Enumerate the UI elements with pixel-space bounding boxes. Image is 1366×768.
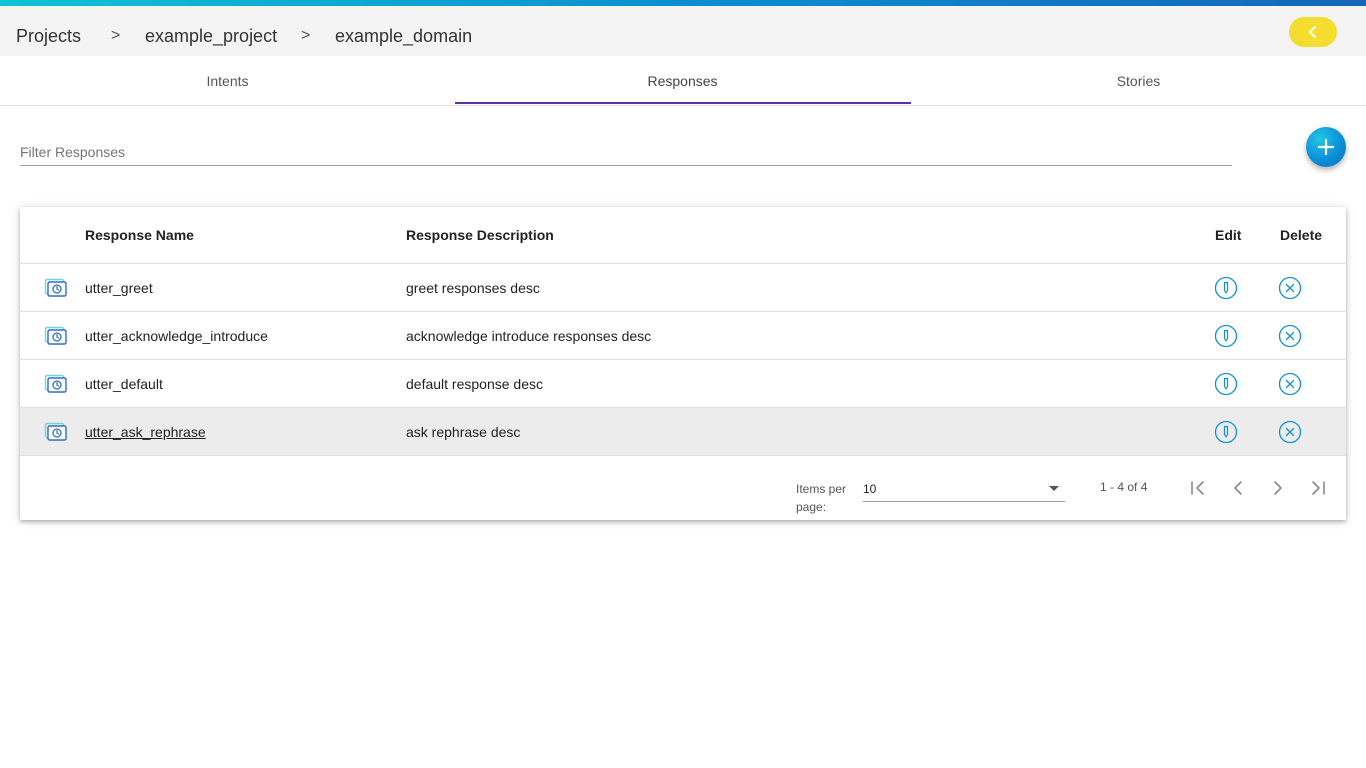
response-name[interactable]: utter_acknowledge_introduce — [85, 328, 268, 344]
table-row[interactable]: utter_default default response desc — [20, 360, 1346, 408]
edit-button[interactable] — [1214, 372, 1238, 396]
table-header: Response Name Response Description Edit … — [20, 207, 1346, 264]
filter-field — [20, 140, 1232, 166]
delete-icon — [1278, 324, 1302, 348]
response-description: ask rephrase desc — [406, 424, 521, 440]
response-icon — [44, 326, 68, 351]
delete-button[interactable] — [1278, 420, 1302, 444]
tab-label: Stories — [1116, 72, 1161, 89]
back-button[interactable] — [1289, 17, 1337, 47]
breadcrumb-projects[interactable]: Projects — [16, 26, 81, 46]
header-delete: Delete — [1280, 227, 1323, 243]
responses-table: Response Name Response Description Edit … — [20, 207, 1346, 520]
response-icon — [44, 374, 68, 399]
items-per-page-value: 10 — [863, 482, 877, 496]
breadcrumb-separator: > — [111, 27, 121, 44]
response-description: greet responses desc — [406, 280, 540, 296]
chevron-right-icon — [1274, 481, 1282, 495]
edit-button[interactable] — [1214, 276, 1238, 300]
chevron-left-icon — [1309, 26, 1316, 38]
delete-button[interactable] — [1278, 372, 1302, 396]
paginator: Items per page: 10 1 - 4 of 4 — [20, 456, 1346, 520]
plus-icon — [1317, 138, 1335, 156]
edit-icon — [1214, 324, 1238, 348]
response-icon — [44, 422, 68, 447]
header-response-description[interactable]: Response Description — [406, 227, 554, 243]
response-name[interactable]: utter_default — [85, 376, 163, 392]
items-per-page-select[interactable]: 10 — [863, 480, 1065, 502]
response-description: acknowledge introduce responses desc — [406, 328, 652, 344]
next-page-button[interactable] — [1266, 476, 1290, 500]
filter-responses-input[interactable] — [20, 140, 1232, 164]
last-page-button[interactable] — [1306, 476, 1330, 500]
tab-stories[interactable]: Stories — [911, 56, 1366, 105]
tab-label: Intents — [206, 72, 249, 89]
response-icon — [44, 278, 68, 303]
active-tab-indicator — [455, 102, 911, 104]
delete-icon — [1278, 276, 1302, 300]
previous-page-button[interactable] — [1226, 476, 1250, 500]
add-response-button[interactable] — [1306, 127, 1346, 167]
header-response-name[interactable]: Response Name — [85, 227, 194, 243]
items-per-page-label: Items per page: — [796, 482, 847, 514]
table-row[interactable]: utter_greet greet responses desc — [20, 264, 1346, 312]
first-page-button[interactable] — [1186, 476, 1210, 500]
tab-bar: Intents Responses Stories — [0, 56, 1366, 106]
breadcrumb-domain: example_domain — [335, 26, 473, 46]
dropdown-arrow-icon — [1049, 486, 1059, 491]
table-row[interactable]: utter_acknowledge_introduce acknowledge … — [20, 312, 1346, 360]
tab-responses[interactable]: Responses — [455, 56, 910, 105]
edit-button[interactable] — [1214, 420, 1238, 444]
breadcrumb-separator: > — [301, 27, 311, 44]
response-name[interactable]: utter_ask_rephrase — [85, 424, 206, 440]
edit-icon — [1214, 420, 1238, 444]
header-edit: Edit — [1215, 227, 1242, 243]
delete-button[interactable] — [1278, 324, 1302, 348]
delete-button[interactable] — [1278, 276, 1302, 300]
edit-icon — [1214, 372, 1238, 396]
chevron-left-icon — [1234, 481, 1242, 495]
response-name[interactable]: utter_greet — [85, 280, 153, 296]
response-description: default response desc — [406, 376, 543, 392]
tab-label: Responses — [647, 72, 718, 89]
range-label: 1 - 4 of 4 — [1100, 480, 1148, 494]
breadcrumb-project[interactable]: example_project — [145, 26, 277, 46]
edit-icon — [1214, 276, 1238, 300]
delete-icon — [1278, 372, 1302, 396]
delete-icon — [1278, 420, 1302, 444]
first-page-icon — [1191, 481, 1204, 495]
tab-intents[interactable]: Intents — [0, 56, 455, 105]
last-page-icon — [1312, 481, 1325, 495]
edit-button[interactable] — [1214, 324, 1238, 348]
table-row[interactable]: utter_ask_rephrase ask rephrase desc — [20, 408, 1346, 456]
header: Projects > example_project > example_dom… — [0, 6, 1366, 56]
